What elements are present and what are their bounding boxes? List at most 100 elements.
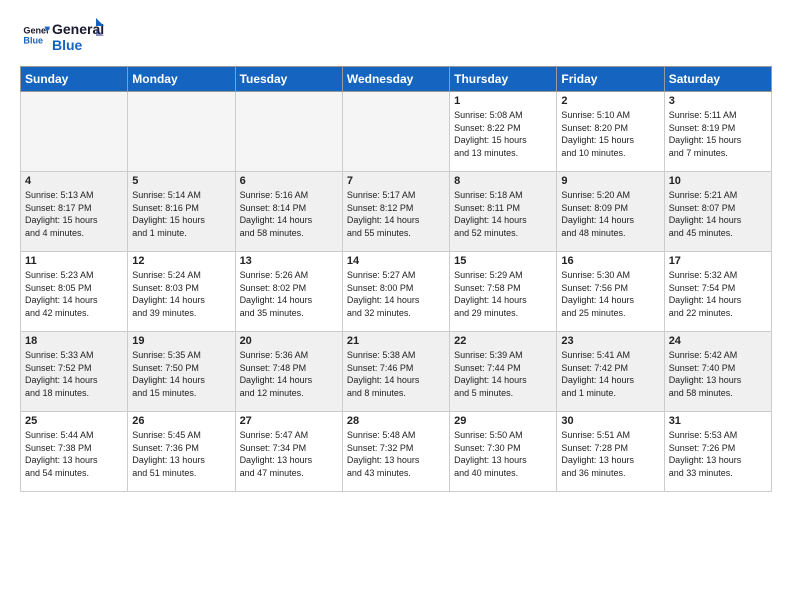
day-number: 29: [454, 415, 552, 427]
day-cell: 7 Sunrise: 5:17 AM Sunset: 8:12 PM Daylig…: [342, 172, 449, 252]
day-info: Sunrise: 5:48 AM Sunset: 7:32 PM Dayligh…: [347, 429, 445, 479]
day-cell: 3 Sunrise: 5:11 AM Sunset: 8:19 PM Daylig…: [664, 92, 771, 172]
day-number: 7: [347, 175, 445, 187]
day-info: Sunrise: 5:39 AM Sunset: 7:44 PM Dayligh…: [454, 349, 552, 399]
day-number: 21: [347, 335, 445, 347]
day-cell: 4Sunrise: 5:13 AM Sunset: 8:17 PM Daylig…: [21, 172, 128, 252]
day-info: Sunrise: 5:53 AM Sunset: 7:26 PM Dayligh…: [669, 429, 767, 479]
day-cell: 27 Sunrise: 5:47 AM Sunset: 7:34 PM Dayli…: [235, 412, 342, 492]
day-info: Sunrise: 5:33 AM Sunset: 7:52 PM Dayligh…: [25, 349, 123, 399]
day-number: 25: [25, 415, 123, 427]
day-info: Sunrise: 5:26 AM Sunset: 8:02 PM Dayligh…: [240, 269, 338, 319]
day-number: 26: [132, 415, 230, 427]
day-cell: [128, 92, 235, 172]
week-row-3: 11 Sunrise: 5:23 AM Sunset: 8:05 PM Dayli…: [21, 252, 772, 332]
day-info: Sunrise: 5:20 AM Sunset: 8:09 PM Dayligh…: [561, 189, 659, 239]
day-info: Sunrise: 5:32 AM Sunset: 7:54 PM Dayligh…: [669, 269, 767, 319]
day-number: 5: [132, 175, 230, 187]
day-info: Sunrise: 5:42 AM Sunset: 7:40 PM Dayligh…: [669, 349, 767, 399]
day-cell: 17Sunrise: 5:32 AM Sunset: 7:54 PM Dayli…: [664, 252, 771, 332]
day-cell: 1 Sunrise: 5:08 AM Sunset: 8:22 PM Daylig…: [450, 92, 557, 172]
day-cell: 19 Sunrise: 5:35 AM Sunset: 7:50 PM Dayli…: [128, 332, 235, 412]
day-number: 31: [669, 415, 767, 427]
day-info: Sunrise: 5:18 AM Sunset: 8:11 PM Dayligh…: [454, 189, 552, 239]
logo-combined: General Blue: [52, 16, 104, 58]
day-number: 28: [347, 415, 445, 427]
day-number: 8: [454, 175, 552, 187]
logo-area: General Blue General Blue: [20, 16, 104, 58]
day-cell: 6Sunrise: 5:16 AM Sunset: 8:14 PM Daylig…: [235, 172, 342, 252]
day-info: Sunrise: 5:44 AM Sunset: 7:38 PM Dayligh…: [25, 429, 123, 479]
day-info: Sunrise: 5:38 AM Sunset: 7:46 PM Dayligh…: [347, 349, 445, 399]
day-cell: 16 Sunrise: 5:30 AM Sunset: 7:56 PM Dayli…: [557, 252, 664, 332]
day-number: 14: [347, 255, 445, 267]
page: General Blue General Blue: [0, 0, 792, 612]
col-header-friday: Friday: [557, 67, 664, 92]
day-number: 13: [240, 255, 338, 267]
day-number: 20: [240, 335, 338, 347]
day-cell: 11 Sunrise: 5:23 AM Sunset: 8:05 PM Dayli…: [21, 252, 128, 332]
day-cell: 12Sunrise: 5:24 AM Sunset: 8:03 PM Dayli…: [128, 252, 235, 332]
col-header-sunday: Sunday: [21, 67, 128, 92]
day-number: 19: [132, 335, 230, 347]
day-info: Sunrise: 5:35 AM Sunset: 7:50 PM Dayligh…: [132, 349, 230, 399]
day-cell: 18 Sunrise: 5:33 AM Sunset: 7:52 PM Dayli…: [21, 332, 128, 412]
day-cell: 31 Sunrise: 5:53 AM Sunset: 7:26 PM Dayli…: [664, 412, 771, 492]
day-number: 16: [561, 255, 659, 267]
day-cell: 13 Sunrise: 5:26 AM Sunset: 8:02 PM Dayli…: [235, 252, 342, 332]
col-header-tuesday: Tuesday: [235, 67, 342, 92]
day-number: 18: [25, 335, 123, 347]
logo: General Blue: [20, 21, 52, 54]
day-info: Sunrise: 5:13 AM Sunset: 8:17 PM Dayligh…: [25, 189, 123, 239]
day-info: Sunrise: 5:11 AM Sunset: 8:19 PM Dayligh…: [669, 109, 767, 159]
day-info: Sunrise: 5:10 AM Sunset: 8:20 PM Dayligh…: [561, 109, 659, 159]
day-cell: 30 Sunrise: 5:51 AM Sunset: 7:28 PM Dayli…: [557, 412, 664, 492]
day-info: Sunrise: 5:30 AM Sunset: 7:56 PM Dayligh…: [561, 269, 659, 319]
day-number: 9: [561, 175, 659, 187]
day-number: 15: [454, 255, 552, 267]
day-cell: 15 Sunrise: 5:29 AM Sunset: 7:58 PM Dayli…: [450, 252, 557, 332]
day-info: Sunrise: 5:29 AM Sunset: 7:58 PM Dayligh…: [454, 269, 552, 319]
day-info: Sunrise: 5:24 AM Sunset: 8:03 PM Dayligh…: [132, 269, 230, 319]
day-cell: [235, 92, 342, 172]
day-number: 24: [669, 335, 767, 347]
day-number: 27: [240, 415, 338, 427]
logo-svg: General Blue: [52, 16, 104, 58]
col-header-monday: Monday: [128, 67, 235, 92]
week-row-4: 18 Sunrise: 5:33 AM Sunset: 7:52 PM Dayli…: [21, 332, 772, 412]
day-number: 11: [25, 255, 123, 267]
day-cell: 5Sunrise: 5:14 AM Sunset: 8:16 PM Daylig…: [128, 172, 235, 252]
day-cell: 2Sunrise: 5:10 AM Sunset: 8:20 PM Daylig…: [557, 92, 664, 172]
day-number: 10: [669, 175, 767, 187]
day-cell: 22 Sunrise: 5:39 AM Sunset: 7:44 PM Dayli…: [450, 332, 557, 412]
week-row-1: 1 Sunrise: 5:08 AM Sunset: 8:22 PM Daylig…: [21, 92, 772, 172]
day-cell: 14Sunrise: 5:27 AM Sunset: 8:00 PM Dayli…: [342, 252, 449, 332]
day-info: Sunrise: 5:36 AM Sunset: 7:48 PM Dayligh…: [240, 349, 338, 399]
day-cell: 26 Sunrise: 5:45 AM Sunset: 7:36 PM Dayli…: [128, 412, 235, 492]
day-info: Sunrise: 5:23 AM Sunset: 8:05 PM Dayligh…: [25, 269, 123, 319]
day-cell: 21 Sunrise: 5:38 AM Sunset: 7:46 PM Dayli…: [342, 332, 449, 412]
day-number: 1: [454, 95, 552, 107]
day-cell: 23Sunrise: 5:41 AM Sunset: 7:42 PM Dayli…: [557, 332, 664, 412]
col-header-saturday: Saturday: [664, 67, 771, 92]
day-cell: 20 Sunrise: 5:36 AM Sunset: 7:48 PM Dayli…: [235, 332, 342, 412]
calendar-table: SundayMondayTuesdayWednesdayThursdayFrid…: [20, 66, 772, 492]
day-info: Sunrise: 5:41 AM Sunset: 7:42 PM Dayligh…: [561, 349, 659, 399]
day-number: 3: [669, 95, 767, 107]
day-cell: 9 Sunrise: 5:20 AM Sunset: 8:09 PM Daylig…: [557, 172, 664, 252]
day-info: Sunrise: 5:16 AM Sunset: 8:14 PM Dayligh…: [240, 189, 338, 239]
day-cell: [342, 92, 449, 172]
day-cell: 24 Sunrise: 5:42 AM Sunset: 7:40 PM Dayli…: [664, 332, 771, 412]
day-cell: [21, 92, 128, 172]
day-info: Sunrise: 5:45 AM Sunset: 7:36 PM Dayligh…: [132, 429, 230, 479]
day-info: Sunrise: 5:17 AM Sunset: 8:12 PM Dayligh…: [347, 189, 445, 239]
header: General Blue General Blue: [20, 16, 772, 58]
day-number: 30: [561, 415, 659, 427]
day-info: Sunrise: 5:51 AM Sunset: 7:28 PM Dayligh…: [561, 429, 659, 479]
day-number: 22: [454, 335, 552, 347]
day-cell: 25 Sunrise: 5:44 AM Sunset: 7:38 PM Dayli…: [21, 412, 128, 492]
week-row-2: 4Sunrise: 5:13 AM Sunset: 8:17 PM Daylig…: [21, 172, 772, 252]
day-cell: 29Sunrise: 5:50 AM Sunset: 7:30 PM Dayli…: [450, 412, 557, 492]
day-info: Sunrise: 5:47 AM Sunset: 7:34 PM Dayligh…: [240, 429, 338, 479]
day-info: Sunrise: 5:08 AM Sunset: 8:22 PM Dayligh…: [454, 109, 552, 159]
